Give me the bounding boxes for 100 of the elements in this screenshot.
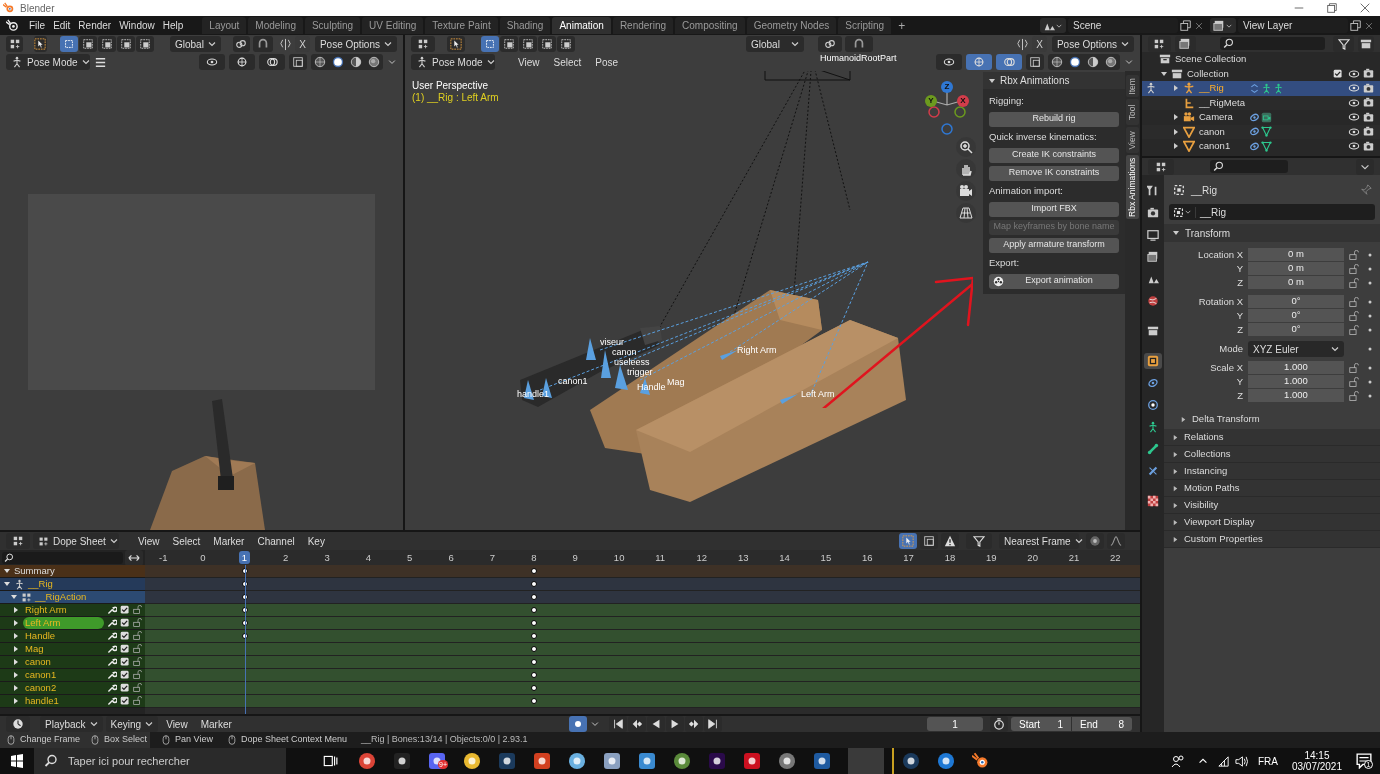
menu-item[interactable]: View bbox=[133, 533, 165, 549]
panel-title[interactable]: Relations bbox=[1184, 429, 1224, 445]
mode-dropdown[interactable]: Pose Mode bbox=[6, 54, 90, 70]
panel-title[interactable]: Delta Transform bbox=[1192, 411, 1260, 427]
workspace-tab[interactable]: Compositing bbox=[675, 17, 745, 34]
frame-number: 19 bbox=[985, 551, 998, 564]
panel-title[interactable]: Transform bbox=[1185, 225, 1231, 241]
panel-button[interactable]: Import FBX bbox=[989, 201, 1119, 217]
current-frame-indicator[interactable]: 1 bbox=[238, 551, 250, 564]
pose-options-dropdown[interactable]: Pose Options bbox=[1051, 36, 1134, 52]
number-field[interactable]: 0 m bbox=[1248, 262, 1344, 275]
panel-button[interactable]: Rebuild rig bbox=[989, 111, 1119, 127]
workspace-tab[interactable]: Texture Paint bbox=[425, 17, 498, 34]
panel-button[interactable]: Apply armature transform bbox=[989, 237, 1119, 253]
field-label: Z bbox=[1236, 275, 1244, 290]
outliner-item[interactable]: Collection bbox=[1187, 66, 1237, 81]
workspace-tab[interactable]: Sculpting bbox=[304, 17, 361, 34]
bone-label: Right Arm bbox=[737, 345, 777, 355]
start-frame-field[interactable]: Start 1 bbox=[1011, 717, 1071, 731]
menu-item[interactable]: View bbox=[513, 54, 545, 70]
menu-item[interactable]: Render bbox=[74, 18, 116, 33]
outliner-item[interactable]: canon1 bbox=[1199, 139, 1249, 154]
menu-item[interactable]: Edit bbox=[49, 18, 75, 33]
workspace-tab[interactable]: Scripting bbox=[838, 17, 892, 34]
frame-number: 12 bbox=[695, 551, 709, 564]
menu-dropdown[interactable]: Keying bbox=[105, 716, 159, 732]
end-frame-field[interactable]: End 8 bbox=[1072, 717, 1132, 731]
panel-title: Rbx Animations bbox=[1000, 74, 1070, 88]
clock-time[interactable]: 14:15 bbox=[1304, 750, 1330, 761]
axis-label[interactable]: X bbox=[957, 95, 969, 107]
menu-item[interactable]: Key bbox=[302, 533, 330, 549]
axis-label[interactable]: Z bbox=[941, 81, 953, 93]
language-indicator[interactable]: FRA bbox=[1257, 753, 1278, 769]
menu-item[interactable]: File bbox=[25, 18, 50, 33]
menu-item[interactable]: Select bbox=[167, 533, 206, 549]
number-field[interactable]: 1.000 bbox=[1248, 389, 1344, 402]
add-workspace-button[interactable]: + bbox=[893, 17, 911, 34]
axis-label[interactable]: Y bbox=[925, 95, 937, 107]
panel-button[interactable]: Create IK constraints bbox=[989, 147, 1119, 163]
number-field[interactable]: 0 m bbox=[1248, 248, 1344, 261]
search-field[interactable]: Taper ici pour rechercher bbox=[34, 748, 286, 774]
workspace-tab[interactable]: Rendering bbox=[612, 17, 674, 34]
field-label: Location X bbox=[1197, 247, 1244, 262]
bone-label: Mag bbox=[667, 377, 685, 387]
menu-item[interactable]: Marker bbox=[195, 716, 237, 732]
mode-dropdown[interactable]: XYZ Euler bbox=[1248, 341, 1344, 357]
frame-number: 5 bbox=[406, 551, 414, 564]
side-tab[interactable]: View bbox=[1126, 127, 1139, 153]
status-hint: Box Select bbox=[104, 733, 148, 747]
menu-item[interactable]: Select bbox=[548, 54, 587, 70]
mirror-x-button[interactable]: X bbox=[1032, 36, 1047, 52]
panel-title[interactable]: Visibility bbox=[1184, 497, 1219, 513]
number-field[interactable]: 1.000 bbox=[1248, 361, 1344, 374]
selected-row-highlight[interactable]: __Rig bbox=[1142, 81, 1380, 96]
workspace-tab[interactable]: Modeling bbox=[248, 17, 303, 34]
menu-item[interactable]: View bbox=[161, 716, 193, 732]
outliner-item[interactable]: Camera bbox=[1199, 110, 1249, 125]
bone-label: trigger bbox=[627, 367, 653, 377]
side-tab[interactable]: Tool bbox=[1126, 99, 1139, 125]
workspace-tab[interactable]: Geometry Nodes bbox=[746, 17, 837, 34]
mirror-x-button[interactable]: X bbox=[295, 36, 310, 52]
menu-item[interactable]: Marker bbox=[208, 533, 250, 549]
frame-number: 17 bbox=[902, 551, 915, 564]
panel-title[interactable]: Instancing bbox=[1184, 463, 1228, 479]
view-layer-field[interactable]: View Layer bbox=[1238, 18, 1348, 33]
orientation-dropdown[interactable]: Global bbox=[746, 36, 804, 52]
outliner-item[interactable]: __Rig bbox=[1199, 81, 1249, 96]
clock-date[interactable]: 03/07/2021 bbox=[1291, 761, 1342, 772]
workspace-tab[interactable]: Layout bbox=[202, 17, 247, 34]
menu-item[interactable]: Pose bbox=[590, 54, 624, 70]
bone-label: Left Arm bbox=[801, 389, 835, 399]
number-field[interactable]: 0 m bbox=[1248, 276, 1344, 289]
number-field[interactable]: 1.000 bbox=[1248, 375, 1344, 388]
workspace-tab[interactable]: Shading bbox=[499, 17, 551, 34]
bone-label: canon1 bbox=[558, 376, 588, 386]
number-field[interactable]: 0° bbox=[1248, 309, 1344, 322]
number-field[interactable]: 0° bbox=[1248, 295, 1344, 308]
frame-number: 3 bbox=[323, 551, 331, 564]
orientation-dropdown[interactable]: Global bbox=[170, 36, 221, 52]
pose-options-dropdown[interactable]: Pose Options bbox=[314, 36, 397, 52]
menu-item[interactable]: Channel bbox=[252, 533, 300, 549]
panel-button[interactable]: Export animation bbox=[989, 273, 1119, 289]
outliner-item[interactable]: __RigMeta bbox=[1199, 95, 1249, 110]
workspace-tab[interactable]: UV Editing bbox=[362, 17, 424, 34]
outliner-item[interactable]: Scene Collection bbox=[1175, 52, 1247, 67]
current-frame-field[interactable]: 1 bbox=[927, 717, 983, 731]
frame-number: 22 bbox=[1109, 551, 1122, 564]
scene-field[interactable]: Scene bbox=[1068, 18, 1178, 33]
mode-dropdown[interactable]: Pose Mode bbox=[411, 54, 495, 70]
side-tab[interactable]: Item bbox=[1126, 75, 1139, 97]
number-field[interactable]: 0° bbox=[1248, 323, 1344, 336]
section-label: Rigging: bbox=[989, 93, 1025, 108]
outliner-item[interactable]: canon bbox=[1199, 124, 1249, 139]
panel-button[interactable]: Remove IK constraints bbox=[989, 165, 1119, 181]
menu-dropdown[interactable]: Playback bbox=[40, 716, 103, 732]
side-tab[interactable]: Rbx Animations bbox=[1126, 155, 1139, 219]
menu-item[interactable]: Help bbox=[158, 18, 188, 33]
mode-dropdown[interactable]: Dope Sheet bbox=[33, 533, 119, 549]
menu-item[interactable]: Window bbox=[115, 18, 159, 33]
workspace-tab[interactable]: Animation bbox=[552, 17, 611, 34]
